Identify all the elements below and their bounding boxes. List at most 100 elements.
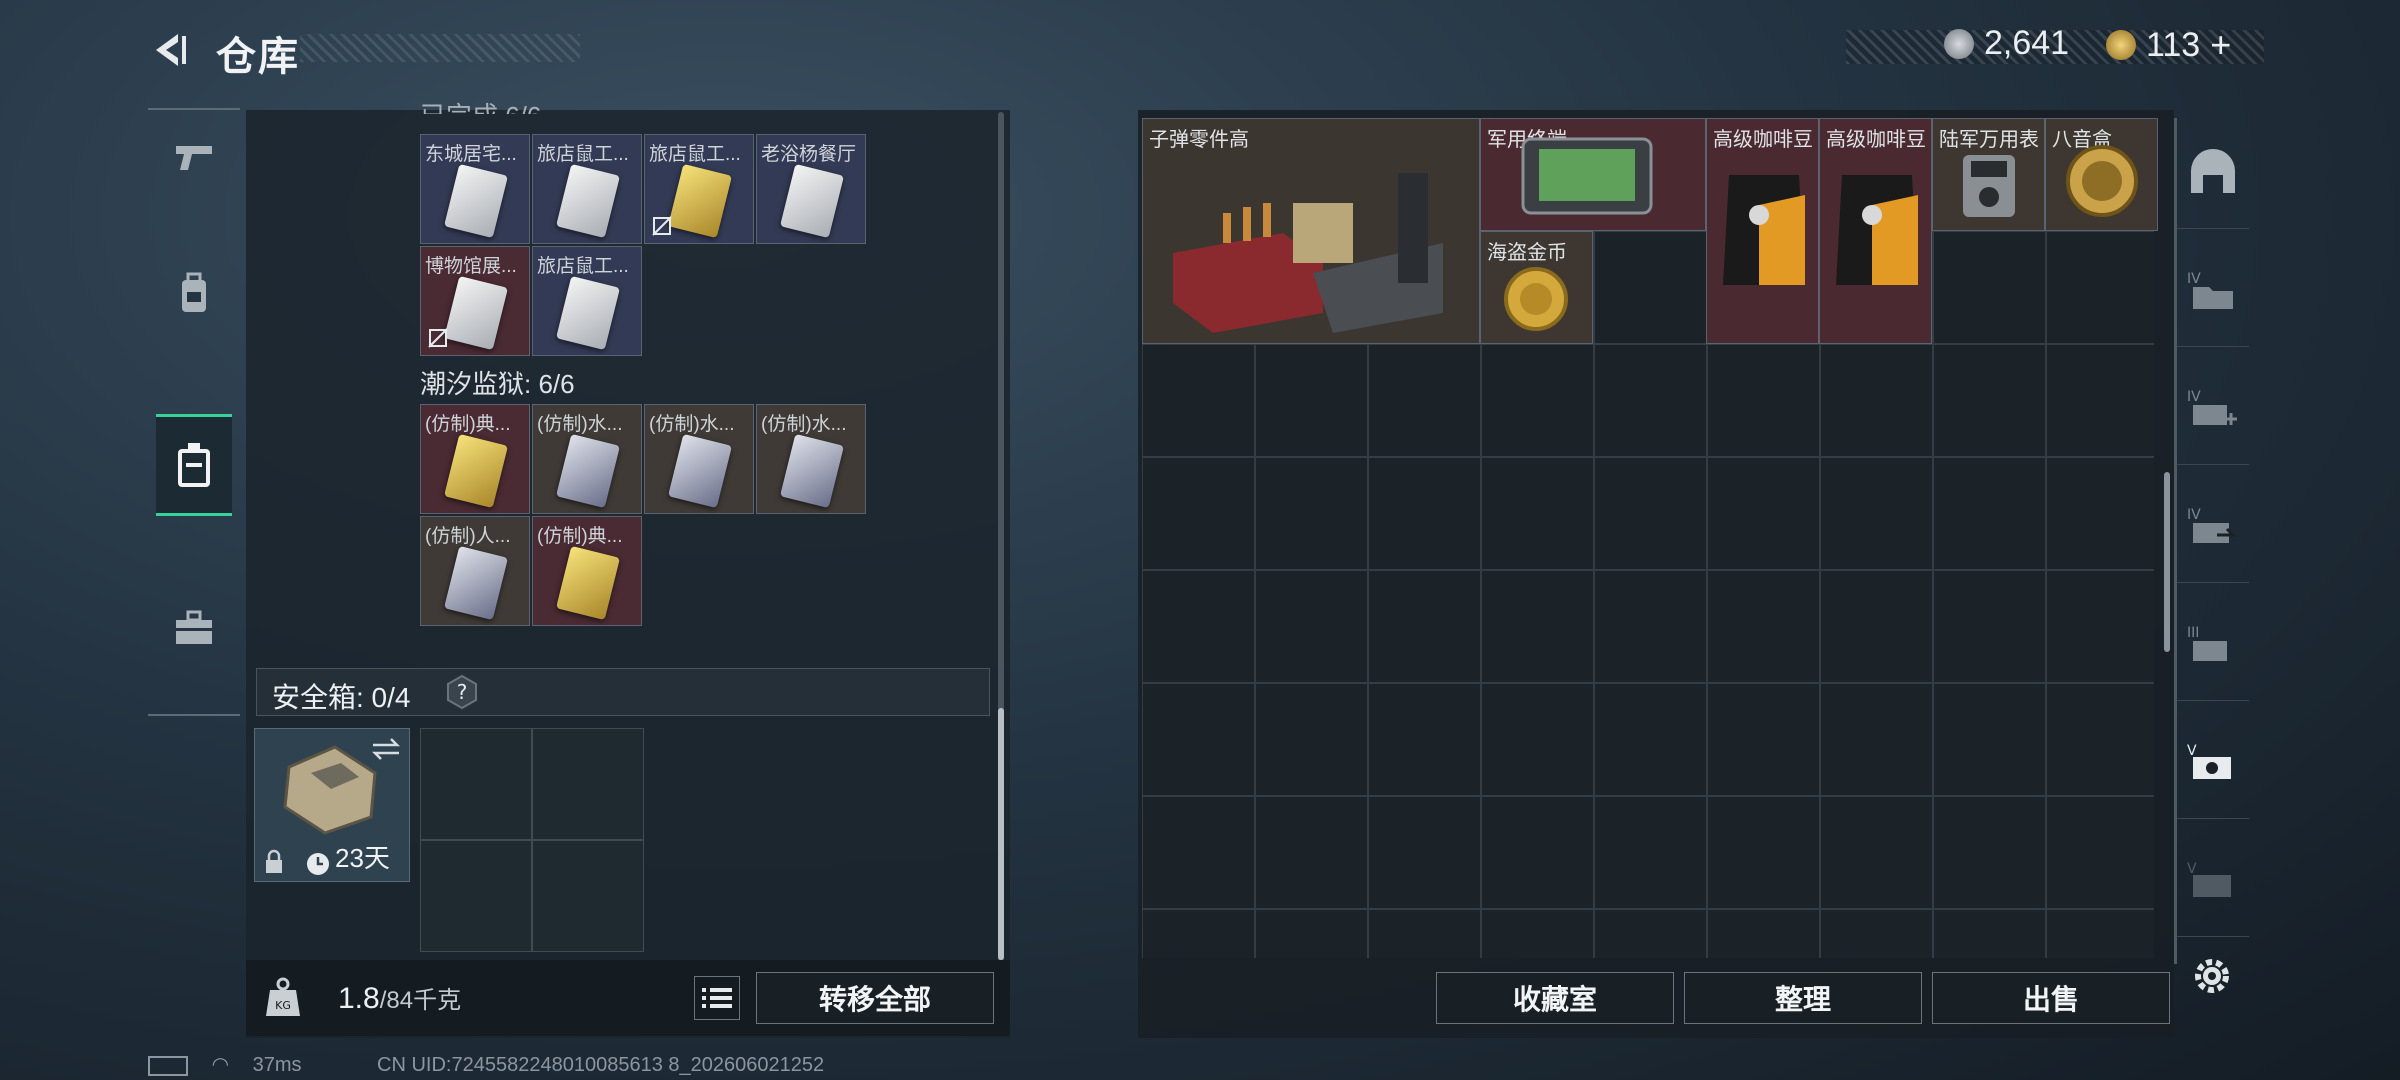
stash-slot[interactable] [1368,796,1481,909]
collection-item[interactable]: (仿制)典... [532,516,642,626]
tab-tier4-add[interactable]: IV [2177,354,2249,465]
tab-tier3[interactable]: III [2177,590,2249,701]
stash-slot[interactable] [1594,457,1707,570]
sell-button[interactable]: 出售 [1932,972,2170,1024]
stash-slot[interactable] [1255,457,1368,570]
stash-slot[interactable] [2046,796,2154,909]
stash-slot[interactable] [1933,344,2046,457]
stash-slot[interactable] [1368,683,1481,796]
stash-slot[interactable] [1594,344,1707,457]
stash-slot[interactable] [1481,796,1594,909]
safebox-slot[interactable] [420,728,532,840]
stash-slot[interactable] [2046,570,2154,683]
settings-button[interactable] [2190,954,2234,998]
stash-slot[interactable] [1707,683,1820,796]
transfer-all-button[interactable]: 转移全部 [756,972,994,1024]
stash-slot[interactable] [1933,231,2046,344]
stash-slot[interactable] [1481,457,1594,570]
stash-slot[interactable] [1707,909,1820,958]
safebox-slot[interactable] [420,840,532,952]
stash-item-coffee-beans[interactable]: 高级咖啡豆 [1706,118,1819,344]
stash-slot[interactable] [1142,909,1255,958]
collection-item[interactable]: (仿制)典... [420,404,530,514]
stash-slot[interactable] [1594,570,1707,683]
stash-slot[interactable] [1481,909,1594,958]
stash-slot[interactable] [1368,457,1481,570]
safebox-slot[interactable] [532,728,644,840]
stash-slot[interactable] [1255,344,1368,457]
stash-slot[interactable] [1594,909,1707,958]
stash-slot[interactable] [2046,683,2154,796]
stash-slot[interactable] [1255,909,1368,958]
stash-slot[interactable] [1707,457,1820,570]
stash-slot[interactable] [2046,344,2154,457]
tab-tier4-transfer[interactable]: IV [2177,472,2249,583]
stash-slot[interactable] [2046,909,2154,958]
back-button[interactable] [148,28,192,72]
collection-item[interactable]: 旅店鼠工... [532,134,642,244]
stash-slot[interactable] [2046,457,2154,570]
tab-tier4-folder[interactable]: IV [2177,236,2249,347]
safebox-grid[interactable] [420,728,644,952]
stash-slot[interactable] [1707,344,1820,457]
stash-slot[interactable] [1594,683,1707,796]
list-view-button[interactable] [694,976,740,1020]
collection-item[interactable]: 旅店鼠工... [532,246,642,356]
help-icon[interactable]: ? [444,674,480,710]
swap-icon[interactable] [371,737,401,761]
stash-slot[interactable] [1368,570,1481,683]
stash-slot[interactable] [1707,796,1820,909]
stash-slot[interactable] [1142,457,1255,570]
stash-item-military-terminal[interactable]: 军用终端 [1480,118,1706,231]
stash-slot[interactable] [1481,683,1594,796]
stash-slot[interactable] [1142,796,1255,909]
stash-slot[interactable] [2046,231,2154,344]
stash-slot[interactable] [1368,909,1481,958]
stash-slot[interactable] [1933,570,2046,683]
stash-item-pirate-coin[interactable]: 海盗金币 [1480,231,1593,344]
stash-slot[interactable] [1481,344,1594,457]
stash-item-coffee-beans[interactable]: 高级咖啡豆 [1819,118,1932,344]
stash-slot[interactable] [1933,909,2046,958]
collection-item[interactable]: 博物馆展... [420,246,530,356]
stash-item-army-multimeter[interactable]: 陆军万用表 [1932,118,2045,231]
gold-currency[interactable]: 113 + [2106,24,2231,66]
nav-weapons[interactable] [156,110,232,206]
collection-item[interactable]: 东城居宅... [420,134,530,244]
stash-slot[interactable] [1933,683,2046,796]
collection-room-button[interactable]: 收藏室 [1436,972,1674,1024]
stash-item-ammo-parts[interactable]: 子弹零件高 [1142,118,1480,344]
collection-item[interactable]: 旅店鼠工... [644,134,754,244]
collection-item[interactable]: (仿制)水... [756,404,866,514]
collection-item[interactable]: (仿制)水... [532,404,642,514]
tab-bunker[interactable] [2177,118,2249,229]
nav-tools[interactable] [156,580,232,676]
collection-item[interactable]: (仿制)人... [420,516,530,626]
stash-slot[interactable] [1707,570,1820,683]
stash-slot[interactable] [1368,344,1481,457]
stash-item-music-box[interactable]: 八音盒 [2045,118,2158,231]
stash-slot[interactable] [1255,683,1368,796]
stash-slot[interactable] [1820,344,1933,457]
stash-slot[interactable] [1255,796,1368,909]
stash-slot[interactable] [1933,796,2046,909]
nav-equipment[interactable] [156,246,232,342]
stash-slot[interactable] [1142,344,1255,457]
stash-slot[interactable] [1820,570,1933,683]
stash-slot[interactable] [1142,683,1255,796]
collection-item[interactable]: (仿制)水... [644,404,754,514]
safebox-slot[interactable] [532,840,644,952]
stash-slot[interactable] [1481,570,1594,683]
stash-slot[interactable] [1255,570,1368,683]
tab-tier5-active[interactable]: V [2177,708,2249,819]
add-currency-icon[interactable]: + [2210,24,2231,66]
collection-item[interactable]: 老浴杨餐厅 [756,134,866,244]
stash-slot[interactable] [1594,796,1707,909]
tab-tier5[interactable]: V [2177,826,2249,937]
safebox-item[interactable]: 23天 [254,728,410,882]
stash-slot[interactable] [1820,683,1933,796]
stash-scrollbar[interactable] [2164,472,2170,652]
stash-slot[interactable] [1933,457,2046,570]
organize-button[interactable]: 整理 [1684,972,1922,1024]
stash-slot[interactable] [1594,231,1707,344]
